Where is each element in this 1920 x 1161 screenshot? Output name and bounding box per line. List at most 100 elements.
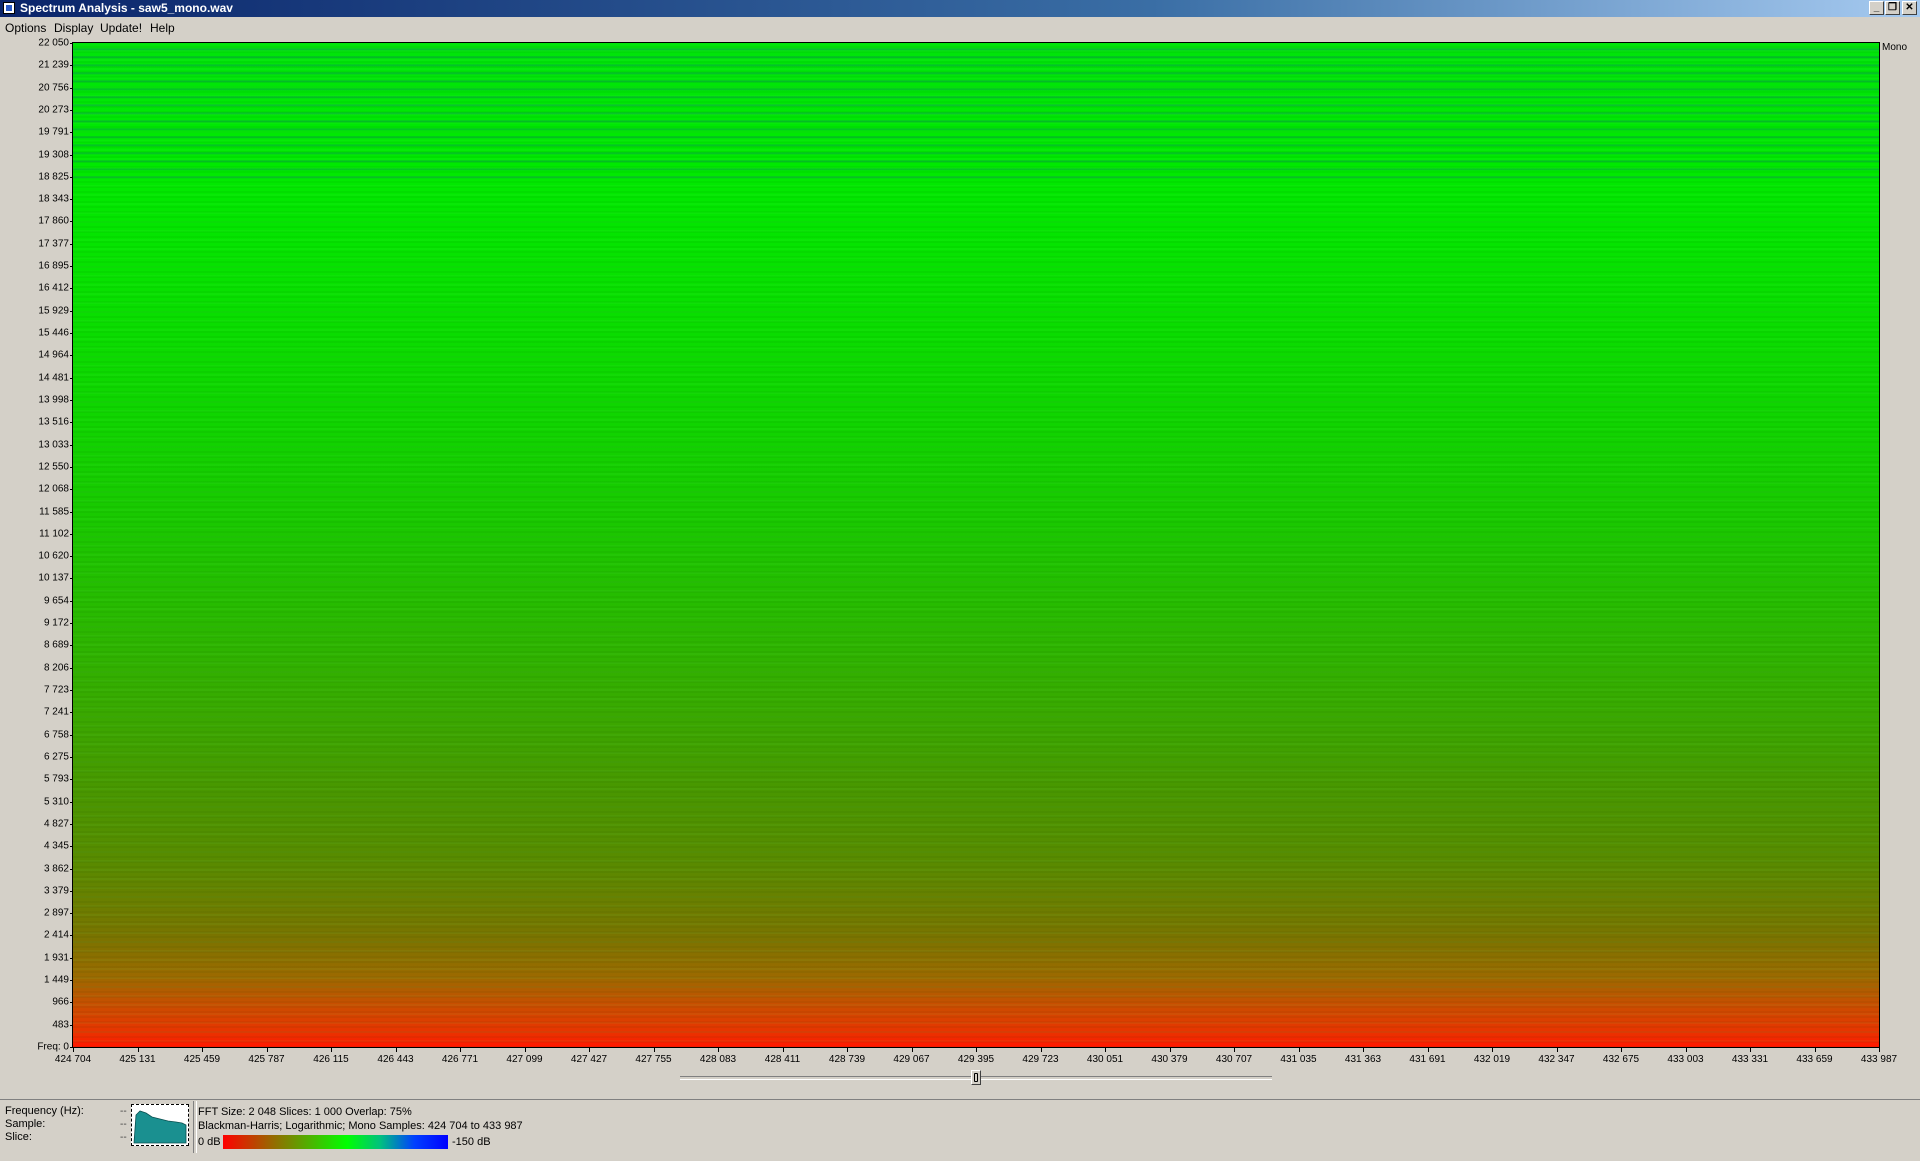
y-axis-tick [70, 311, 73, 312]
x-axis-label: 432 019 [1473, 1054, 1511, 1065]
y-axis-label: 13 033 [38, 439, 69, 451]
y-axis-tick [70, 445, 73, 446]
menu-options[interactable]: Options [5, 21, 46, 35]
x-axis-label: 425 131 [119, 1054, 156, 1065]
y-axis-tick [70, 980, 73, 981]
y-axis-label: 483 [52, 1019, 69, 1031]
minimize-button[interactable]: _ [1869, 1, 1884, 15]
mini-spectrum-preview[interactable] [131, 1104, 189, 1146]
x-axis-tick [331, 1048, 332, 1052]
y-axis-tick [70, 333, 73, 334]
x-axis-label: 432 675 [1602, 1054, 1640, 1065]
y-axis-label: 12 068 [38, 483, 69, 495]
x-axis-tick [976, 1048, 977, 1052]
y-axis-label: 7 241 [43, 706, 69, 718]
x-axis-tick [1815, 1048, 1816, 1052]
x-axis-label: 432 347 [1538, 1054, 1575, 1065]
menu-bar: Options Display Update! Help [0, 18, 1920, 36]
spectrogram-high-band [73, 43, 1879, 184]
x-axis-tick [654, 1048, 655, 1052]
y-axis-label: 2 414 [43, 929, 69, 941]
x-axis-label: 428 411 [764, 1054, 801, 1065]
y-axis-label: 19 308 [38, 149, 69, 161]
y-axis-label: 15 446 [38, 327, 69, 339]
title-bar[interactable]: Spectrum Analysis - saw5_mono.wav _ ❐ ✕ [0, 0, 1920, 17]
status-divider [193, 1101, 197, 1153]
frequency-label: Frequency (Hz): [5, 1105, 84, 1117]
y-axis-label: 18 825 [38, 171, 69, 183]
y-axis-tick [70, 556, 73, 557]
menu-update[interactable]: Update! [100, 21, 142, 35]
x-axis-tick [1879, 1048, 1880, 1052]
scroll-thumb[interactable] [971, 1070, 981, 1085]
menu-display[interactable]: Display [54, 21, 93, 35]
y-axis-tick [70, 779, 73, 780]
y-axis-tick [70, 177, 73, 178]
y-axis-tick [70, 913, 73, 914]
y-axis-tick [70, 489, 73, 490]
x-axis-tick [783, 1048, 784, 1052]
y-axis-label: 966 [52, 996, 69, 1008]
x-axis-tick [267, 1048, 268, 1052]
y-axis-tick [70, 623, 73, 624]
x-axis-tick [1428, 1048, 1429, 1052]
x-axis-tick [1363, 1048, 1364, 1052]
y-axis-label: 1 449 [43, 974, 69, 986]
x-axis-tick [1557, 1048, 1558, 1052]
x-axis-label: 430 051 [1086, 1054, 1124, 1065]
x-axis-label: 430 379 [1151, 1054, 1188, 1065]
x-axis-tick [1299, 1048, 1300, 1052]
x-axis-label: 429 067 [893, 1054, 930, 1065]
fft-info: FFT Size: 2 048 Slices: 1 000 Overlap: 7… [198, 1106, 412, 1118]
y-axis-tick [70, 132, 73, 133]
y-axis-tick [70, 690, 73, 691]
y-axis-label: 3 862 [43, 863, 69, 874]
sample-label: Sample: [5, 1118, 46, 1130]
y-axis-tick [70, 601, 73, 602]
y-axis-tick [70, 891, 73, 892]
y-axis-label: Freq: 0 [37, 1041, 69, 1053]
y-axis-tick [70, 467, 73, 468]
x-axis-label: 431 035 [1280, 1054, 1317, 1065]
x-axis-tick [1750, 1048, 1751, 1052]
y-axis-label: 20 756 [38, 82, 69, 94]
close-button[interactable]: ✕ [1902, 1, 1917, 15]
menu-help[interactable]: Help [150, 21, 175, 35]
x-axis-label: 425 459 [183, 1054, 221, 1065]
x-axis-label: 428 083 [699, 1054, 737, 1065]
x-axis-tick [1234, 1048, 1235, 1052]
x-axis-tick [202, 1048, 203, 1052]
maximize-button[interactable]: ❐ [1885, 1, 1900, 15]
x-axis-tick [73, 1048, 74, 1052]
y-axis-tick [70, 244, 73, 245]
y-axis-label: 8 206 [43, 662, 69, 674]
x-axis-tick [1492, 1048, 1493, 1052]
x-axis-tick [589, 1048, 590, 1052]
colorbar-min-label: 0 dB [198, 1136, 221, 1148]
x-axis-tick [138, 1048, 139, 1052]
y-axis-tick [70, 824, 73, 825]
y-axis-label: 6 275 [43, 751, 69, 763]
spectrogram-plot[interactable] [72, 42, 1880, 1048]
y-axis-label: 16 412 [38, 282, 69, 294]
y-axis-label: 10 137 [38, 572, 69, 584]
y-axis-tick [70, 1002, 73, 1003]
y-axis-label: 3 379 [43, 885, 69, 897]
app-icon[interactable] [3, 2, 15, 14]
y-axis-label: 9 172 [43, 617, 69, 629]
x-axis-tick [912, 1048, 913, 1052]
x-axis-label: 431 363 [1344, 1054, 1382, 1065]
x-axis-label: 433 003 [1667, 1054, 1704, 1065]
x-axis-tick [460, 1048, 461, 1052]
y-axis-label: 4 827 [43, 818, 69, 830]
y-axis-label: 16 895 [38, 260, 69, 272]
y-axis-label: 19 791 [38, 126, 69, 138]
y-axis-label: 13 998 [38, 394, 69, 406]
x-axis-tick [1686, 1048, 1687, 1052]
x-axis-label: 427 099 [506, 1054, 543, 1065]
y-axis-tick [70, 266, 73, 267]
y-axis-label: 4 345 [43, 840, 69, 852]
y-axis-label: 11 585 [39, 506, 69, 518]
y-axis-label: 18 343 [38, 193, 69, 205]
x-axis-tick [396, 1048, 397, 1052]
